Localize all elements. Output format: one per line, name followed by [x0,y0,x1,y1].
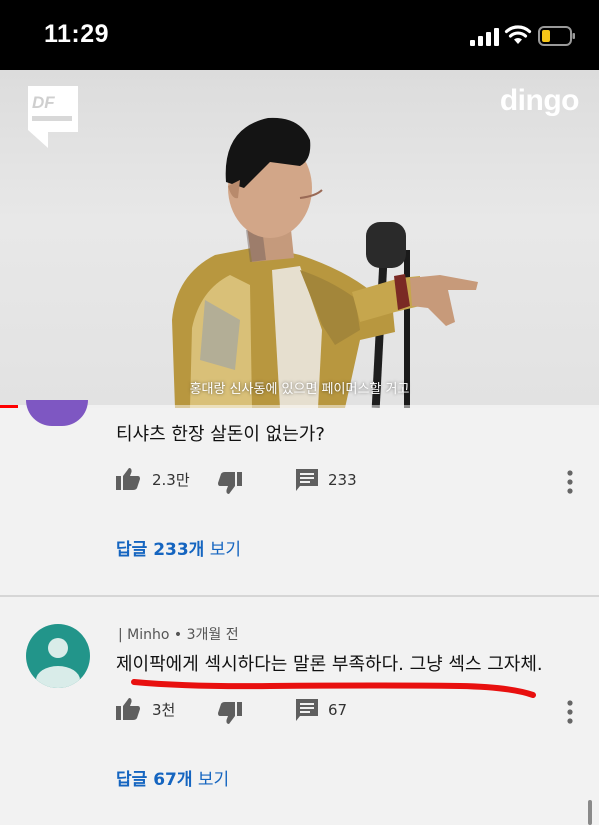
show-logo-text: DF [32,93,55,112]
red-marker-underline [131,679,536,698]
show-logo: DF [28,86,78,148]
video-subtitle: 홍대랑 신사동에 있으면 페이머스할 거고 [189,382,410,397]
thumbs-down-icon [218,702,242,724]
clock: 11:29 [44,20,110,48]
reply-count: 67 [328,701,348,719]
like-count: 2.3만 [152,470,190,489]
reply-button[interactable]: 67 [296,699,347,721]
dislike-button[interactable] [218,702,242,724]
status-bar: 11:29 [0,0,599,70]
comment-icon [296,469,318,491]
cellular-signal-icon [470,28,499,46]
default-avatar-icon [36,638,80,688]
reply-count: 233 [328,471,357,489]
view-replies-rest: 보기 [192,770,230,790]
thumbs-up-icon [116,698,140,720]
more-vertical-icon[interactable] [566,470,574,494]
view-replies-link[interactable]: 답글 67개 보기 [116,765,229,790]
view-replies-strong: 답글 233개 [116,540,205,560]
view-replies-strong: 답글 67개 [116,770,193,790]
reply-button[interactable]: 233 [296,469,357,491]
comment-divider [0,595,599,597]
commenter-avatar[interactable] [26,624,90,688]
comment-text: 티샤츠 한장 살돈이 없는가? [116,424,325,445]
video-frame-performer [172,117,478,408]
view-replies-rest: 보기 [204,540,242,560]
like-count: 3천 [152,700,176,719]
meta-separator: • [173,627,183,643]
like-button[interactable]: 2.3만 [116,468,190,490]
comment-icon [296,699,318,721]
thumbs-up-icon [116,468,140,490]
like-button[interactable]: 3천 [116,698,175,720]
video-player[interactable]: DF dingo 홍대랑 신사동에 있으면 페이머스할 거고 [0,70,599,408]
thumbs-down-icon [218,472,242,494]
battery-icon [538,26,575,46]
view-replies-link[interactable]: 답글 233개 보기 [116,535,241,560]
comment-time: 3개월 전 [186,627,239,643]
comment-meta: | Minho • 3개월 전 [118,624,239,644]
comment-author[interactable]: | Minho [118,627,169,643]
commenter-avatar[interactable] [26,400,88,426]
more-vertical-icon[interactable] [566,700,574,724]
dislike-button[interactable] [218,472,242,494]
comments-section: 티샤츠 한장 살돈이 없는가? 2.3만 233 답글 233개 보기 | Mi… [0,400,599,825]
wifi-icon [504,25,532,44]
scrollbar-thumb[interactable] [588,800,592,825]
channel-watermark: dingo [499,84,580,117]
